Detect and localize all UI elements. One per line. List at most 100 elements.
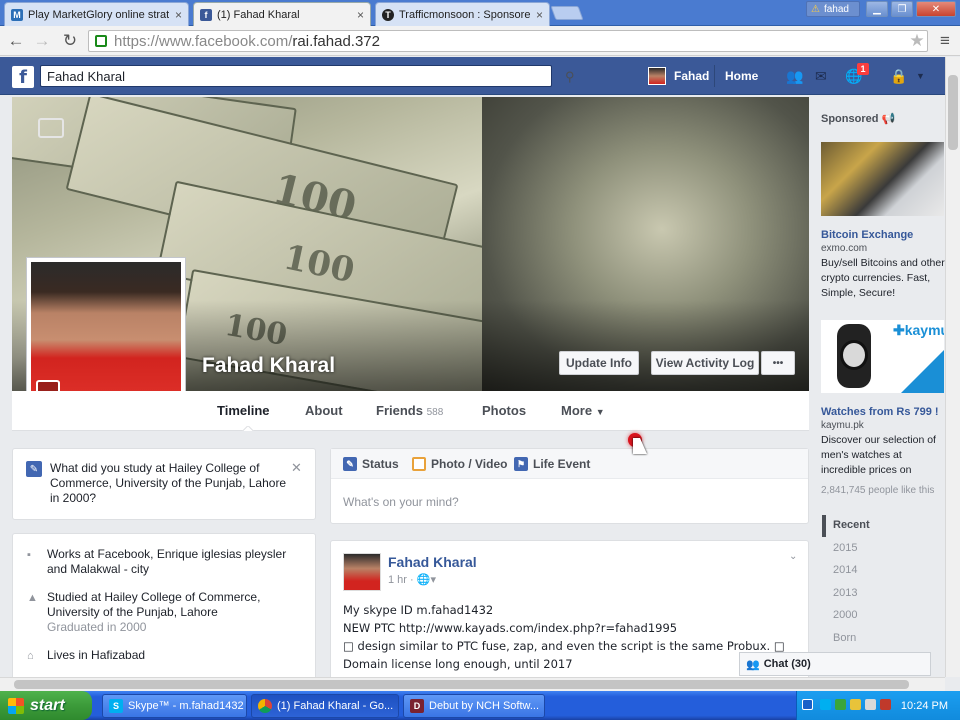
notification-count-badge: 1 (857, 63, 869, 75)
new-tab-button[interactable] (550, 6, 584, 20)
briefcase-icon: ▪ (27, 549, 31, 561)
year-recent[interactable]: Recent (833, 519, 870, 531)
windows-logo-icon (8, 697, 24, 714)
taskbar-item-chrome[interactable]: (1) Fahad Kharal - Go... (251, 694, 399, 718)
close-tab-icon[interactable]: × (175, 8, 182, 22)
search-icon[interactable]: ⚲ (565, 69, 581, 85)
composer-input[interactable]: What's on your mind? (343, 495, 459, 509)
tab-about[interactable]: About (305, 403, 343, 418)
post-author-avatar[interactable] (343, 553, 381, 591)
start-button[interactable]: start (0, 691, 92, 720)
tray-security-icon[interactable] (850, 699, 861, 710)
friend-requests-icon[interactable]: 👥 (786, 68, 804, 84)
account-menu-chevron-icon[interactable]: ▼ (916, 71, 934, 87)
timeline-post: Fahad Kharal 1 hr · 🌐▾ ⌄ My skype ID m.f… (330, 540, 809, 680)
nav-home-link[interactable]: Home (725, 69, 758, 83)
bookmark-star-icon[interactable]: ★ (906, 30, 928, 52)
close-tab-icon[interactable]: × (357, 8, 364, 22)
more-options-button[interactable]: ••• (761, 351, 795, 375)
browser-tab-facebook[interactable]: f (1) Fahad Kharal × (193, 2, 371, 26)
clock[interactable]: 10:24 PM (901, 700, 948, 712)
horizontal-scroll-thumb[interactable] (14, 680, 909, 689)
ad-body[interactable]: Discover our selection of men's watches … (821, 433, 945, 478)
tray-network-icon[interactable] (835, 699, 846, 710)
tray-app-icon[interactable] (880, 699, 891, 710)
chevron-down-icon: ▼ (595, 407, 605, 417)
trafficmonsoon-favicon-icon: T (382, 8, 394, 21)
minimize-button[interactable]: ▁ (866, 1, 888, 17)
browser-tab-marketglory[interactable]: M Play MarketGlory online strat × (4, 2, 189, 26)
tab-friends[interactable]: Friends 588 (376, 403, 443, 418)
url-path: rai.fahad.372 (292, 32, 380, 50)
post-line: □ design similar to PTC fuse, zap, and e… (343, 639, 785, 653)
graduation-cap-icon: ▲ (27, 592, 38, 604)
post-time[interactable]: 1 hr (388, 574, 407, 586)
forward-arrow-icon[interactable]: → (31, 30, 53, 52)
photo-video-button[interactable]: Photo / Video (412, 457, 507, 471)
tray-arrow-icon[interactable] (802, 699, 813, 710)
status-button[interactable]: ✎ Status (343, 457, 399, 471)
back-arrow-icon[interactable]: ← (5, 30, 27, 52)
year-born[interactable]: Born (833, 632, 856, 644)
taskbar-item-debut[interactable]: D Debut by NCH Softw... (403, 694, 545, 718)
tab-photos[interactable]: Photos (482, 403, 526, 418)
pencil-icon: ✎ (26, 461, 42, 477)
year-2015[interactable]: 2015 (833, 542, 857, 554)
browser-tab-trafficmonsoon[interactable]: T Trafficmonsoon : Sponsored × (375, 2, 550, 26)
kaymu-ad-image[interactable]: ✚kaymu (821, 320, 944, 393)
nav-user-link[interactable]: Fahad (674, 69, 709, 83)
post-options-chevron-icon[interactable]: ⌄ (789, 551, 797, 562)
intro-question-text[interactable]: What did you study at Hailey College of … (50, 461, 290, 506)
update-info-button[interactable]: Update Info (559, 351, 639, 375)
privacy-shortcuts-icon[interactable]: 🔒 (890, 68, 908, 84)
post-line: My skype ID m.fahad1432 (343, 603, 494, 617)
ad-title[interactable]: Bitcoin Exchange (821, 229, 913, 241)
vertical-scroll-thumb[interactable] (948, 75, 958, 150)
taskbar-item-skype[interactable]: S Skype™ - m.fahad1432 (102, 694, 247, 718)
close-window-button[interactable]: ✕ (916, 1, 956, 17)
address-bar[interactable]: https://www.facebook.com/rai.fahad.372 (88, 30, 928, 52)
intro-about-card: ▪ Works at Facebook, Enrique iglesias pl… (12, 533, 316, 683)
messages-icon[interactable]: ✉ (815, 68, 833, 84)
profile-name[interactable]: Fahad Kharal (202, 354, 335, 378)
composer-actions: ✎ Status Photo / Video ⚑ Life Event (331, 449, 808, 479)
tray-skype-icon[interactable] (820, 699, 831, 710)
ad-title[interactable]: Watches from Rs 799 ! (821, 406, 939, 418)
avatar[interactable] (648, 67, 666, 85)
tab-label: About (305, 403, 343, 418)
lives-in-info[interactable]: Lives in Hafizabad (47, 648, 307, 663)
chrome-user-badge[interactable]: ⚠ fahad (806, 1, 860, 17)
audience-globe-icon[interactable]: 🌐▾ (417, 574, 436, 586)
ad-domain: exmo.com (821, 243, 868, 254)
facebook-logo-icon[interactable]: f (12, 66, 34, 88)
task-title: (1) Fahad Kharal - Go... (277, 700, 394, 712)
reload-icon[interactable]: ↻ (59, 30, 81, 52)
tray-volume-icon[interactable] (865, 699, 876, 710)
close-icon[interactable]: ✕ (291, 460, 302, 476)
vertical-scrollbar[interactable] (945, 57, 960, 677)
view-activity-log-button[interactable]: View Activity Log (651, 351, 759, 375)
work-info[interactable]: Works at Facebook, Enrique iglesias pley… (47, 547, 307, 577)
menu-icon[interactable]: ≡ (934, 30, 956, 52)
search-input[interactable]: Fahad Kharal ⚲ (40, 65, 575, 87)
change-cover-camera-icon[interactable] (38, 118, 64, 138)
year-2014[interactable]: 2014 (833, 564, 857, 576)
post-author-name[interactable]: Fahad Kharal (388, 554, 477, 570)
bitcoin-ad-image[interactable] (821, 142, 944, 216)
facebook-top-bar: f Fahad Kharal ⚲ Fahad Home 👥 ✉ 🌐 1 🔒 ▼ (0, 57, 945, 95)
maximize-button[interactable]: ❐ (891, 1, 913, 17)
year-2000[interactable]: 2000 (833, 609, 857, 621)
year-2013[interactable]: 2013 (833, 587, 857, 599)
tab-title: Play MarketGlory online strat (28, 8, 169, 21)
life-event-button[interactable]: ⚑ Life Event (514, 457, 590, 471)
ad-body[interactable]: Buy/sell Bitcoins and other crypto curre… (821, 256, 945, 301)
tab-more[interactable]: More ▼ (561, 403, 605, 418)
nav-divider (714, 65, 715, 87)
education-info[interactable]: Studied at Hailey College of Commerce, U… (47, 590, 307, 620)
chat-sidebar-button[interactable]: 👥 Chat (30) (739, 652, 931, 676)
page-likes: 2,841,745 people like this (821, 485, 935, 496)
chat-people-icon: 👥 (746, 658, 760, 671)
close-tab-icon[interactable]: × (536, 8, 543, 22)
profile-tabs: Timeline About Friends 588 Photos More ▼ (12, 391, 809, 431)
tab-timeline[interactable]: Timeline (217, 403, 270, 418)
